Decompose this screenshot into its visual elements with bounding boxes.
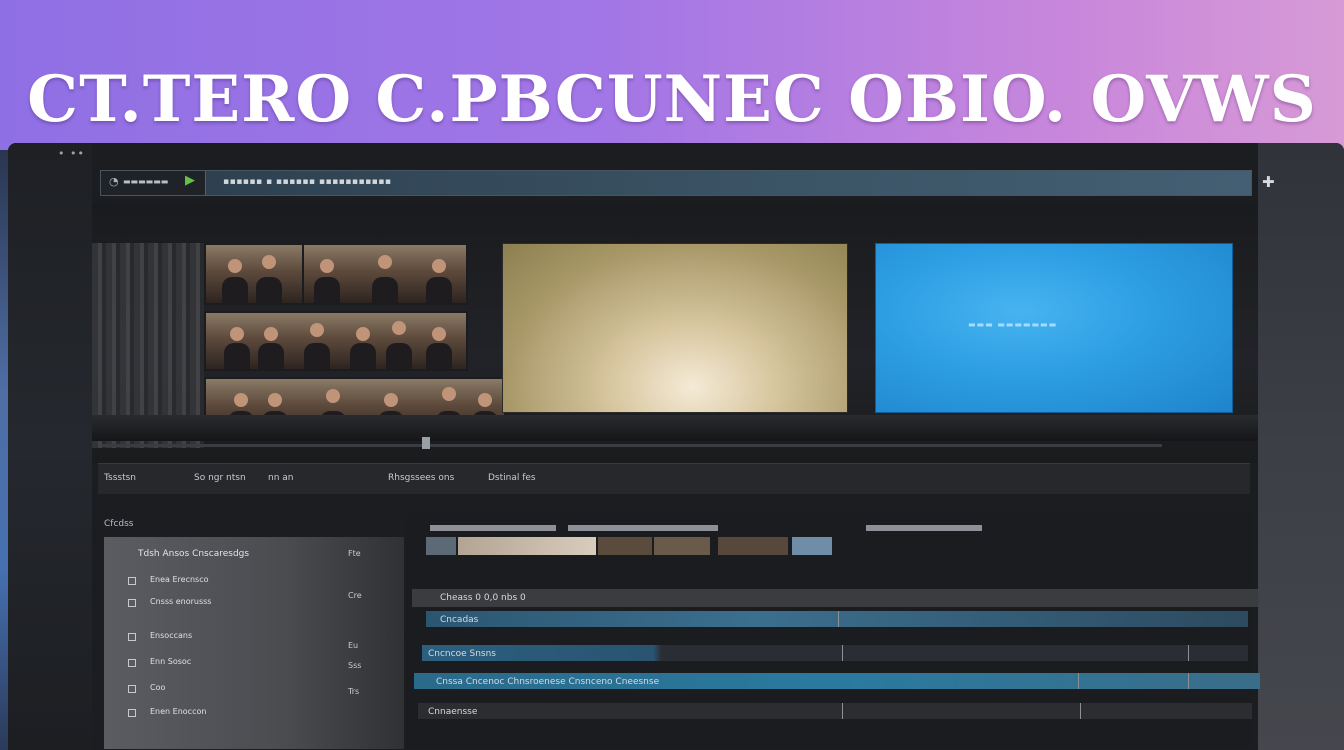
video-thumbnail[interactable] (204, 311, 468, 371)
panel-tabs: Tssstsn So ngr ntsn nn an Rhsgssees ons … (98, 463, 1250, 494)
timeline-track[interactable]: Cncncoe Snsns (422, 645, 1248, 661)
timeline-track[interactable]: Cheass 0 0,0 nbs 0 (412, 589, 1258, 607)
timeline-ruler-segment (568, 525, 718, 531)
puzzle-icon[interactable]: ✚ (1262, 173, 1278, 191)
video-clip-strip[interactable] (426, 537, 836, 555)
timeline-ruler-segment (866, 525, 982, 531)
checkbox[interactable] (128, 685, 136, 693)
stage-floor (92, 415, 1258, 441)
media-meta: Eu (348, 641, 359, 650)
preview-area: ▬▬▬ ▬▬▬▬▬▬▬ (92, 203, 1258, 463)
media-row[interactable]: Cnsss enorusss (150, 597, 211, 606)
media-row[interactable]: Enen Enoccon (150, 707, 206, 716)
checkbox[interactable] (128, 633, 136, 641)
title-banner: CT.TERO C.PBCUNEC OBIO. OVWS (0, 0, 1344, 150)
left-strip (8, 143, 92, 750)
media-row[interactable]: Ensoccans (150, 631, 192, 640)
video-clip[interactable] (458, 537, 596, 555)
play-icon[interactable]: ▶ (185, 173, 195, 188)
video-thumbnail[interactable] (204, 243, 304, 305)
timeline-track[interactable]: Cnssa Cncenoc Chnsroenese Cnsnceno Cnees… (414, 673, 1260, 689)
checkbox[interactable] (128, 577, 136, 585)
tab-item[interactable]: So ngr ntsn (194, 473, 246, 483)
video-thumbnail[interactable] (302, 243, 468, 305)
window-menu-dots[interactable]: • •• (58, 147, 85, 160)
checkbox[interactable] (128, 659, 136, 667)
checkbox[interactable] (128, 709, 136, 717)
track-label: Cheass 0 0,0 nbs 0 (440, 593, 526, 603)
media-row[interactable]: Coo (150, 683, 165, 692)
timeline: Cheass 0 0,0 nbs 0 Cncadas Cncncoe Snsns… (406, 513, 1260, 749)
timeline-ruler-segment (430, 525, 556, 531)
toolbar-path: ▪▪▪▪▪▪ ▪ ▪▪▪▪▪▪ ▪▪▪▪▪▪▪▪▪▪▪ (223, 177, 392, 187)
timeline-track[interactable]: Cnnaensse (418, 703, 1252, 719)
media-panel-header: Cfcdss (104, 519, 134, 529)
tab-item[interactable]: Dstinal fes (488, 473, 536, 483)
right-strip (1258, 143, 1344, 750)
toolbar-brand: ▬▬▬▬▬▬ (123, 177, 169, 186)
checkbox[interactable] (128, 599, 136, 607)
timeline-track[interactable]: Cncadas (426, 611, 1248, 627)
media-panel: Tdsh Ansos Cnscaresdgs Enea Erecnsco Cns… (104, 537, 404, 749)
preview-monitor-left[interactable] (502, 243, 848, 413)
video-clip[interactable] (598, 537, 652, 555)
toolbar: ◔ ▬▬▬▬▬▬ ▶ ▪▪▪▪▪▪ ▪ ▪▪▪▪▪▪ ▪▪▪▪▪▪▪▪▪▪▪ (100, 170, 1252, 196)
playhead-handle[interactable] (422, 437, 430, 449)
track-label: Cnssa Cncenoc Chnsroenese Cnsnceno Cnees… (436, 677, 660, 687)
track-label: Cnnaensse (428, 707, 478, 717)
media-meta: Trs (348, 687, 360, 696)
media-meta: Cre (348, 591, 362, 600)
media-meta: Sss (348, 661, 362, 670)
preview-monitor-right[interactable]: ▬▬▬ ▬▬▬▬▬▬▬ (875, 243, 1233, 413)
editor-window: • •• ✚ ◔ ▬▬▬▬▬▬ ▶ ▪▪▪▪▪▪ ▪ ▪▪▪▪▪▪ ▪▪▪▪▪▪… (8, 143, 1344, 750)
banner-title: CT.TERO C.PBCUNEC OBIO. OVWS (27, 62, 1317, 137)
video-clip[interactable] (792, 537, 832, 555)
tab-item[interactable]: Tssstsn (104, 473, 136, 483)
video-clip[interactable] (426, 537, 456, 555)
media-panel-title: Tdsh Ansos Cnscaresdgs (138, 549, 250, 559)
tab-item[interactable]: Rhsgssees ons (388, 473, 454, 483)
video-clip[interactable] (654, 537, 710, 555)
track-label: Cncncoe Snsns (428, 649, 496, 659)
media-row[interactable]: Enn Sosoc (150, 657, 191, 666)
media-row[interactable]: Enea Erecnsco (150, 575, 209, 584)
video-clip[interactable] (718, 537, 788, 555)
tab-item[interactable]: nn an (268, 473, 294, 483)
media-meta: Fte (348, 549, 361, 558)
toolbar-brand-box: ◔ ▬▬▬▬▬▬ ▶ (101, 171, 206, 195)
preview-caption: ▬▬▬ ▬▬▬▬▬▬▬ (968, 320, 1058, 329)
track-label: Cncadas (440, 615, 479, 625)
playback-scrubber[interactable] (102, 444, 1162, 447)
power-icon[interactable]: ◔ (109, 175, 119, 188)
